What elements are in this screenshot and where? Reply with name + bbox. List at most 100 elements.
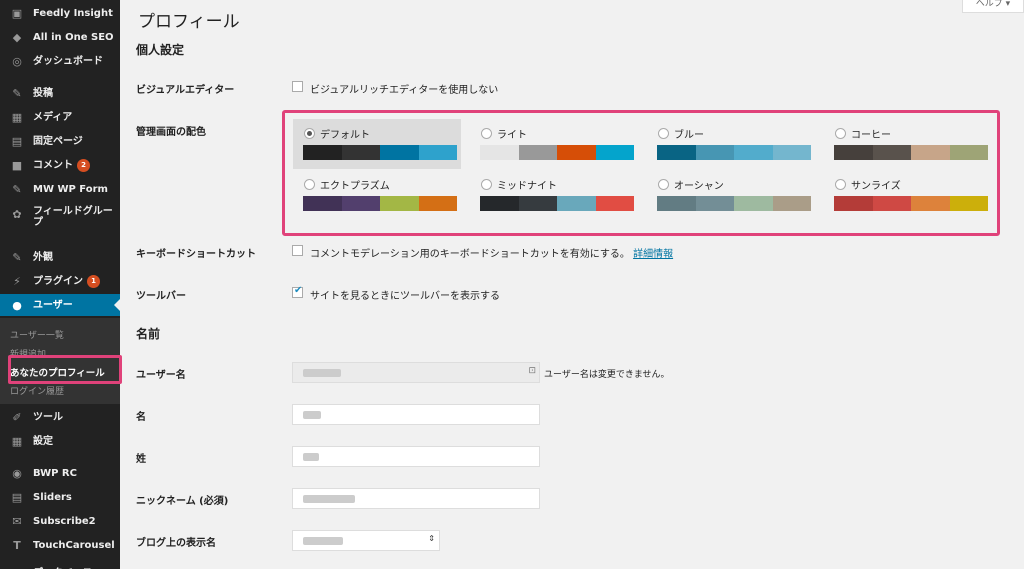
sidebar-item-0[interactable]: ▣ Feedly Insight <box>0 2 120 24</box>
color-scheme-option[interactable]: エクトプラズム <box>293 170 461 220</box>
redacted-value <box>303 537 343 545</box>
user-icon: ● <box>12 298 22 312</box>
bwp-icon: ◉ <box>12 466 22 480</box>
color-swatch <box>911 145 950 160</box>
sidebar-item-13[interactable]: ▦ 設定 <box>0 430 120 452</box>
display-name-label: ブログ上の表示名 <box>136 538 216 549</box>
notification-badge: 1 <box>87 274 100 288</box>
keyboard-shortcuts-checkbox[interactable] <box>292 245 303 256</box>
color-swatch <box>341 196 380 211</box>
section-personal-heading: 個人設定 <box>136 43 185 57</box>
sidebar-item-label: メディア <box>33 111 73 123</box>
sidebar-item-16[interactable]: ✉ Subscribe2 <box>0 510 120 532</box>
color-scheme-option[interactable]: ミッドナイト <box>470 170 638 220</box>
visual-editor-option-text: ビジュアルリッチエディターを使用しない <box>310 85 499 96</box>
sidebar-item-5[interactable]: ▤ 固定ページ <box>0 130 120 152</box>
color-swatch <box>418 145 457 160</box>
shield-icon: ◆ <box>12 30 22 44</box>
color-swatch <box>772 196 811 211</box>
sidebar-item-label: MW WP Form <box>33 183 108 195</box>
sidebar-item-14[interactable]: ◉ BWP RC <box>0 462 120 484</box>
color-swatch <box>949 196 988 211</box>
scheme-radio[interactable] <box>304 179 315 190</box>
sidebar-item-4[interactable]: ▦ メディア <box>0 106 120 128</box>
sliders-icon: ▤ <box>11 490 23 504</box>
sidebar-item-17[interactable]: T TouchCarousel <box>0 534 120 556</box>
sidebar-item-6[interactable]: ■ コメント 2 <box>0 154 120 176</box>
color-swatch <box>303 145 342 160</box>
visual-editor-checkbox[interactable] <box>292 81 303 92</box>
sidebar-item-15[interactable]: ▤ Sliders <box>0 486 120 508</box>
sidebar-item-1[interactable]: ◆ All in One SEO <box>0 26 120 48</box>
scheme-radio[interactable] <box>658 179 669 190</box>
help-button[interactable]: ヘルプ ▾ <box>962 0 1024 13</box>
feedly-icon: ▣ <box>11 6 23 20</box>
acf-icon: ✿ <box>12 207 22 221</box>
sidebar-item-7[interactable]: ✎ MW WP Form <box>0 178 120 200</box>
submenu-item-login-history[interactable]: ログイン履歴 <box>10 384 64 397</box>
scheme-name: オーシャン <box>674 181 724 192</box>
sidebar-item-label: フィールドグループ <box>33 206 113 228</box>
scheme-name: エクトプラズム <box>320 181 390 192</box>
scheme-radio[interactable] <box>304 128 315 139</box>
touchcarousel-icon: T <box>13 538 21 552</box>
pin-icon: ✎ <box>12 182 22 196</box>
main-content: プロフィール ヘルプ ▾ 個人設定 ビジュアルエディター ビジュアルリッチエディ… <box>120 0 1024 569</box>
color-swatch <box>657 196 696 211</box>
last-name-input[interactable] <box>292 446 540 467</box>
sidebar-item-3[interactable]: ✎ 投稿 <box>0 82 120 104</box>
scheme-swatch-bar <box>303 145 457 160</box>
sidebar-item-label: コメント <box>33 159 73 171</box>
sidebar-item-8[interactable]: ✿ フィールドグループ <box>0 202 120 238</box>
color-scheme-option[interactable]: デフォルト <box>293 119 461 169</box>
nickname-input[interactable] <box>292 488 540 509</box>
plugin-icon: ⚡ <box>13 274 21 288</box>
color-scheme-option[interactable]: ブルー <box>647 119 815 169</box>
keyboard-shortcuts-option: コメントモデレーション用のキーボードショートカットを有効にする。 <box>310 249 630 260</box>
color-swatch <box>834 145 873 160</box>
color-swatch <box>595 196 634 211</box>
scheme-swatch-bar <box>657 196 811 211</box>
color-scheme-option[interactable]: ライト <box>470 119 638 169</box>
color-swatch <box>695 145 734 160</box>
color-swatch <box>872 145 911 160</box>
sidebar-item-11[interactable]: ● ユーザー <box>0 294 120 316</box>
color-swatch <box>557 145 596 160</box>
color-swatch <box>595 145 634 160</box>
scheme-name: デフォルト <box>320 130 370 141</box>
color-scheme-option[interactable]: コーヒー <box>824 119 992 169</box>
sidebar-item-18[interactable]: ▦データベース <box>0 562 120 569</box>
sidebar-item-label: ツール <box>33 411 63 423</box>
sidebar-item-10[interactable]: ⚡ プラグイン 1 <box>0 270 120 292</box>
first-name-input[interactable] <box>292 404 540 425</box>
submenu-item-all-users[interactable]: ユーザー一覧 <box>10 328 64 341</box>
sidebar-item-label: BWP RC <box>33 467 77 479</box>
scheme-radio[interactable] <box>481 128 492 139</box>
color-scheme-option[interactable]: オーシャン <box>647 170 815 220</box>
color-swatch <box>834 196 873 211</box>
sidebar-item-2[interactable]: ◎ ダッシュボード <box>0 50 120 72</box>
sidebar-item-12[interactable]: ✐ ツール <box>0 406 120 428</box>
scheme-radio[interactable] <box>658 128 669 139</box>
color-swatch <box>734 145 773 160</box>
color-swatch <box>418 196 457 211</box>
sidebar-item-9[interactable]: ✎ 外観 <box>0 246 120 268</box>
scheme-radio[interactable] <box>481 179 492 190</box>
username-input: ⊡ <box>292 362 540 383</box>
sidebar-item-label: Subscribe2 <box>33 515 96 527</box>
visual-editor-label: ビジュアルエディター <box>136 85 235 96</box>
color-swatch <box>518 196 557 211</box>
toolbar-checkbox[interactable]: ✔ <box>292 285 303 298</box>
color-scheme-option[interactable]: サンライズ <box>824 170 992 220</box>
scheme-swatch-bar <box>657 145 811 160</box>
keyboard-more-info-link[interactable]: 詳細情報 <box>633 249 673 260</box>
scheme-radio[interactable] <box>835 179 846 190</box>
display-name-select[interactable]: ⇕ <box>292 530 440 551</box>
last-name-label: 姓 <box>136 454 146 465</box>
sidebar-item-label: Sliders <box>33 491 72 503</box>
dashboard-icon: ◎ <box>12 54 22 68</box>
scheme-name: ライト <box>497 130 527 141</box>
scheme-radio[interactable] <box>835 128 846 139</box>
media-icon: ▦ <box>11 110 23 124</box>
color-swatch <box>303 196 342 211</box>
